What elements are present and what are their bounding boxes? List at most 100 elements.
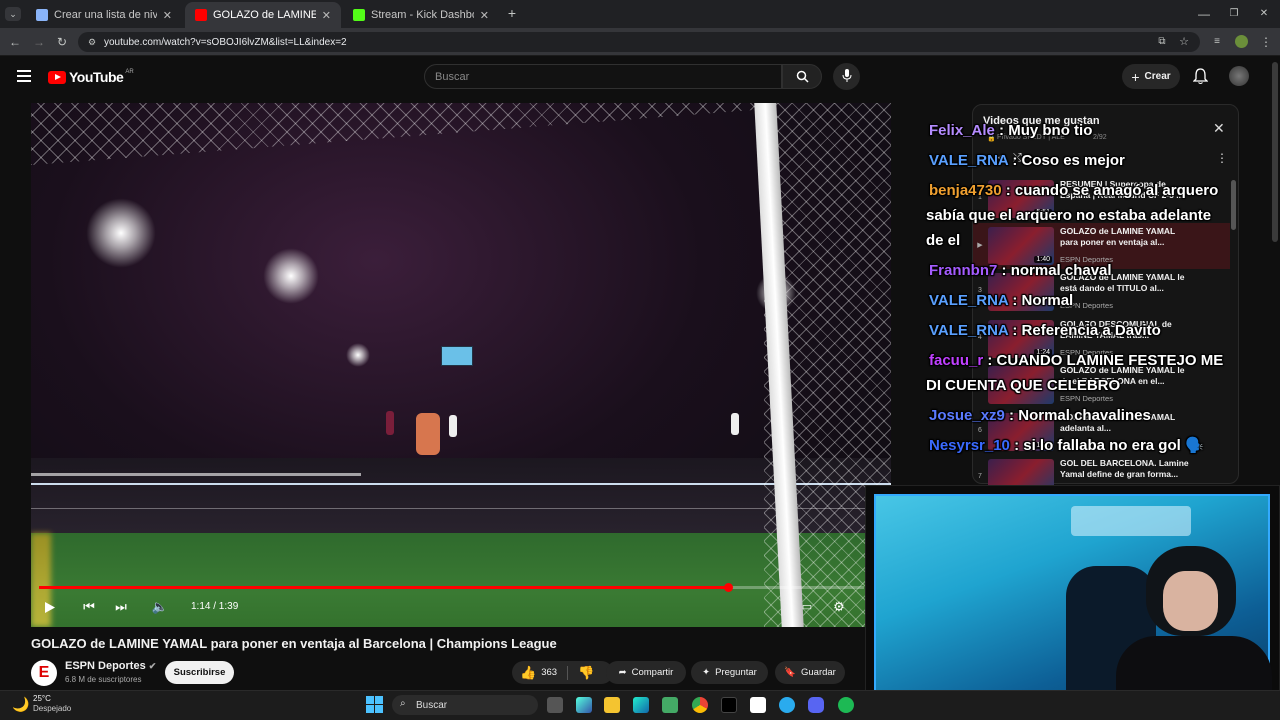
site-info-icon[interactable]: ⚙ <box>84 35 100 49</box>
webcam-feed <box>874 494 1272 714</box>
playlist-position: 2/92 <box>1093 134 1107 141</box>
save-button[interactable]: 🔖 Guardar <box>775 661 845 684</box>
copilot-icon[interactable] <box>576 697 592 713</box>
channel-avatar[interactable]: E <box>31 660 57 686</box>
chat-username: Felix_Ale <box>929 122 995 139</box>
forward-icon[interactable]: → <box>31 35 47 49</box>
tab-tier-list[interactable]: Crear una lista de niveles de un ✕ <box>26 2 182 28</box>
tab-kick-dashboard[interactable]: Stream - Kick Dashboard ✕ <box>343 2 499 28</box>
stadium-light <box>346 343 370 367</box>
tab-close-icon[interactable]: ✕ <box>163 9 172 22</box>
kick-favicon-icon <box>353 9 365 21</box>
share-icon: ➦ <box>618 667 627 678</box>
chat-text: normal chaval <box>1010 262 1112 279</box>
weather-moon-icon[interactable]: 🌙 <box>12 696 29 713</box>
chat-username: benja4730 <box>929 182 1002 199</box>
chat-text-continued: DI CUENTA QUE CELEBRO <box>926 377 1121 394</box>
more-options-icon[interactable]: ⋮ <box>1216 151 1228 165</box>
chat-text: Coso es mejor <box>1021 152 1125 169</box>
back-icon[interactable]: ← <box>7 35 23 49</box>
tab-close-icon[interactable]: ✕ <box>322 9 331 22</box>
store-icon[interactable] <box>662 697 678 713</box>
tab-close-icon[interactable]: ✕ <box>480 9 489 22</box>
reload-icon[interactable]: ↻ <box>54 35 70 49</box>
close-icon[interactable]: ✕ <box>1213 120 1225 137</box>
player-figure <box>416 413 440 455</box>
bookmark-star-icon[interactable]: ☆ <box>1176 35 1192 49</box>
thumbs-up-icon[interactable]: 👍 <box>520 665 536 681</box>
previous-icon[interactable]: ⏮ <box>79 599 99 615</box>
search-button[interactable] <box>782 64 822 89</box>
volume-icon[interactable]: 🔈 <box>150 599 170 615</box>
search-input[interactable]: Buscar <box>424 64 782 89</box>
address-bar[interactable]: ⚙ youtube.com/watch?v=sOBOJI6lvZM&list=L… <box>78 32 1200 52</box>
telegram-icon[interactable] <box>779 697 795 713</box>
page-scrollbar[interactable] <box>1272 62 1278 242</box>
hamburger-menu-icon[interactable] <box>17 70 31 82</box>
play-button[interactable] <box>44 601 56 619</box>
create-button[interactable]: + Crear <box>1122 64 1180 89</box>
voice-search-button[interactable] <box>833 63 860 90</box>
chat-text: cuando se amagó al arquero <box>1014 182 1219 199</box>
chat-text: si lo fallaba no era gol 🗣️ <box>1023 437 1204 454</box>
minimize-button[interactable]: — <box>1196 7 1212 21</box>
chat-username: VALE_RNA <box>929 292 1009 309</box>
search-icon: ⌕ <box>400 698 406 709</box>
streamer-face <box>1163 571 1218 631</box>
sparkle-icon: ✦ <box>702 667 711 678</box>
playlist-scrollbar[interactable] <box>1231 180 1236 230</box>
chat-message: VALE_RNA : Referencia a Davito <box>929 322 1161 339</box>
play-icon <box>45 602 55 613</box>
stadium-light <box>263 248 319 304</box>
taskbar-search-label: Buscar <box>416 699 448 711</box>
settings-gear-icon[interactable]: ⚙ <box>829 599 849 615</box>
air-conditioner <box>1071 506 1191 536</box>
video-player[interactable] <box>31 103 891 627</box>
tab-title: GOLAZO de LAMINE YAMAL pa <box>213 9 316 21</box>
chat-username: facuu_r <box>929 352 984 369</box>
capcut-icon[interactable] <box>750 697 766 713</box>
cast-icon[interactable]: ⧉ <box>1154 35 1170 49</box>
ask-button[interactable]: ✦ Preguntar <box>691 661 768 684</box>
account-avatar[interactable] <box>1229 66 1249 86</box>
media-control-icon[interactable]: ≡ <box>1209 35 1225 49</box>
microphone-icon <box>842 69 851 82</box>
youtube-logo[interactable]: YouTube AR <box>48 69 134 85</box>
file-explorer-icon[interactable] <box>604 697 620 713</box>
chrome-menu-icon[interactable]: ⋮ <box>1258 35 1274 49</box>
taskbar-search[interactable]: ⌕ Buscar <box>392 695 538 715</box>
next-icon[interactable]: ⏭ <box>111 599 131 615</box>
spotify-icon[interactable] <box>838 697 854 713</box>
maximize-button[interactable]: ❐ <box>1226 7 1242 21</box>
windows-start-icon[interactable] <box>366 696 383 713</box>
task-view-icon[interactable] <box>547 697 563 713</box>
new-tab-button[interactable]: + <box>504 6 520 20</box>
notifications-bell-icon[interactable] <box>1192 68 1209 90</box>
subtitles-icon[interactable]: ▭ <box>797 600 817 613</box>
chat-username: VALE_RNA <box>929 152 1009 169</box>
playlist-item-index: 7 <box>978 473 982 480</box>
chat-text: Referencia a Davito <box>1021 322 1161 339</box>
tab-search-icon[interactable]: ⌄ <box>5 7 21 21</box>
subscribe-button[interactable]: Suscribirse <box>165 661 234 684</box>
like-count[interactable]: 363 <box>541 667 557 678</box>
chat-username: VALE_RNA <box>929 322 1009 339</box>
discord-icon[interactable] <box>808 697 824 713</box>
close-window-button[interactable]: ✕ <box>1256 7 1272 21</box>
chrome-icon[interactable] <box>692 697 708 713</box>
share-button[interactable]: ➦ Compartir <box>606 661 686 684</box>
time-display: 1:14 / 1:39 <box>191 601 239 612</box>
playlist-item-title: GOLAZO de LAMINE YAMAL para poner en ven… <box>1060 225 1176 247</box>
thumbs-down-icon[interactable]: 👎 <box>578 665 594 681</box>
chat-text-continued: de el <box>926 232 961 249</box>
weather-condition[interactable]: Despejado <box>33 704 71 713</box>
edge-icon[interactable] <box>633 697 649 713</box>
playlist-thumbnail[interactable]: 1:40 <box>988 226 1054 265</box>
tiktok-icon[interactable] <box>721 697 737 713</box>
channel-name[interactable]: ESPN Deportes ✔ <box>65 660 156 672</box>
profile-avatar[interactable] <box>1235 35 1248 48</box>
tab-youtube[interactable]: GOLAZO de LAMINE YAMAL pa ✕ <box>185 2 341 28</box>
ad-board <box>31 483 891 485</box>
progress-scrubber[interactable] <box>723 583 733 592</box>
weather-temperature[interactable]: 25°C <box>33 694 51 703</box>
